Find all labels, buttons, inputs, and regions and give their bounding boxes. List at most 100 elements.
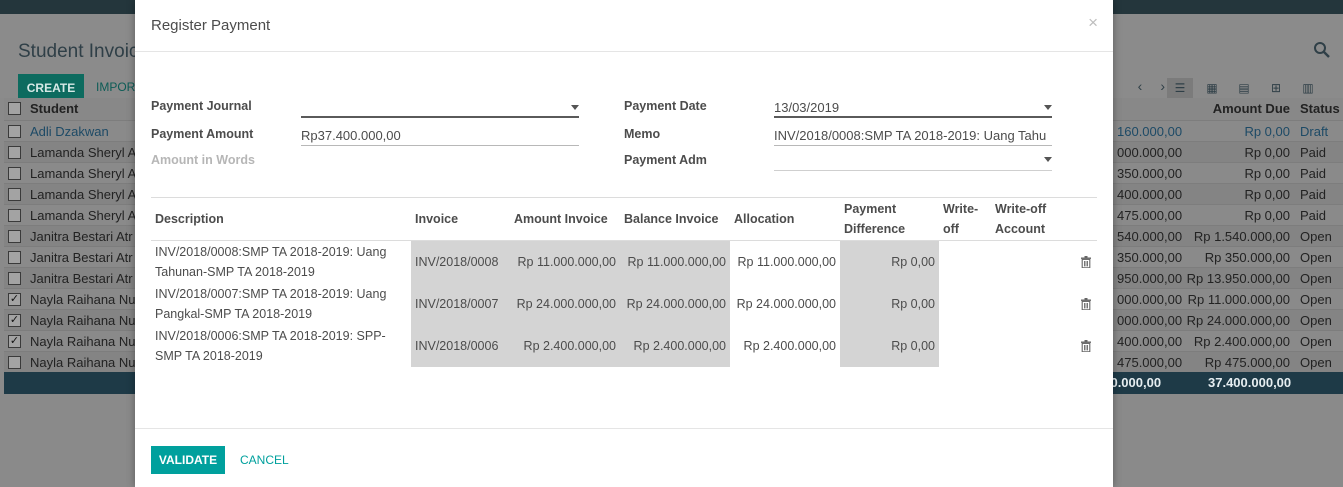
line-invoice: INV/2018/0008 [411,240,510,283]
payment-date-input[interactable] [774,98,1052,118]
status-badge: Paid [1300,145,1327,160]
trash-icon[interactable] [1081,298,1091,311]
row-checkbox[interactable] [8,188,21,201]
modal-title: Register Payment [151,17,271,34]
close-icon[interactable]: × [1088,13,1098,33]
column-actions [1071,197,1097,241]
row-checkbox[interactable] [8,272,21,285]
line-description: INV/2018/0008:SMP TA 2018-2019: Uang Tah… [155,244,387,279]
column-student: Student [30,101,79,116]
payment-adm-label: Payment Adm [624,153,707,167]
column-allocation[interactable]: Allocation [730,197,840,241]
amount-due: Rp 0,00 [1244,166,1290,181]
status-badge: Open [1300,292,1332,307]
table-row[interactable]: INV/2018/0007:SMP TA 2018-2019: Uang Pan… [151,282,1097,325]
row-checkbox[interactable] [8,356,21,369]
create-button[interactable]: CREATE [18,74,84,101]
kanban-view-icon[interactable]: ▦ [1199,78,1225,98]
delete-line-cell [1071,283,1097,325]
status-badge: Open [1300,250,1332,265]
line-balance-invoice: Rp 24.000.000,00 [620,282,730,325]
line-write-off-account[interactable] [991,325,1071,367]
row-checkbox[interactable]: ✓ [8,335,21,348]
amount-total: 000.000,00 [1117,292,1182,307]
pivot-view-icon[interactable]: ⊞ [1263,78,1289,98]
pager-prev-icon[interactable]: ‹ [1138,78,1143,94]
graph-view-icon[interactable]: ▥ [1295,78,1321,98]
memo-label: Memo [624,127,661,141]
line-amount-invoice: Rp 11.000.000,00 [510,240,620,283]
memo-input[interactable] [774,126,1052,146]
table-row[interactable]: INV/2018/0006:SMP TA 2018-2019: SPP-SMP … [151,324,1097,367]
status-badge: Open [1300,271,1332,286]
row-checkbox[interactable]: ✓ [8,314,21,327]
register-payment-dialog: Register Payment × Payment Journal Payme… [135,0,1113,487]
modal-header: Register Payment × [135,0,1113,52]
table-row[interactable]: INV/2018/0008:SMP TA 2018-2019: Uang Tah… [151,240,1097,283]
row-checkbox[interactable] [8,251,21,264]
trash-icon[interactable] [1081,256,1091,269]
line-write-off[interactable] [939,283,991,325]
amount-total: 950.000,00 [1117,271,1182,286]
line-write-off[interactable] [939,325,991,367]
delete-line-cell [1071,325,1097,367]
status-badge: Open [1300,334,1332,349]
row-checkbox[interactable] [8,209,21,222]
column-write-off[interactable]: Write-off [939,197,991,241]
line-allocation[interactable]: Rp 2.400.000,00 [730,325,840,367]
row-checkbox[interactable]: ✓ [8,293,21,306]
amount-total: 400.000,00 [1117,334,1182,349]
trash-icon[interactable] [1081,340,1091,353]
amount-due: Rp 2.400.000,00 [1193,334,1290,349]
list-view-icon[interactable]: ☰ [1167,78,1193,98]
column-balance-invoice[interactable]: Balance Invoice [620,197,730,241]
pager: ‹ › [1138,78,1165,94]
line-write-off[interactable] [939,241,991,283]
page-title: Student Invoic [18,41,139,62]
student-name: Lamanda Sheryl A [30,208,135,223]
payment-adm-select[interactable] [774,151,1052,171]
amount-total: 400.000,00 [1117,187,1182,202]
line-payment-difference: Rp 0,00 [840,240,939,283]
chevron-down-icon[interactable] [571,105,579,110]
line-payment-difference: Rp 0,00 [840,282,939,325]
student-name: Janitra Bestari Atr [30,271,133,286]
amount-due: Rp 11.000.000,00 [1187,292,1290,307]
delete-line-cell [1071,241,1097,283]
column-description[interactable]: Description [151,197,411,241]
status-badge: Paid [1300,208,1327,223]
line-write-off-account[interactable] [991,241,1071,283]
amount-due: Rp 475.000,00 [1204,355,1290,370]
column-status: Status [1300,101,1340,116]
line-write-off-account[interactable] [991,283,1071,325]
student-name: Nayla Raihana Nu [30,313,135,328]
column-write-off-account[interactable]: Write-off Account [991,197,1071,241]
column-amount-invoice[interactable]: Amount Invoice [510,197,620,241]
column-payment-difference[interactable]: Payment Difference [840,197,939,241]
student-name: Nayla Raihana Nu [30,292,135,307]
column-amount-due: Amount Due [1212,101,1290,116]
select-all-checkbox[interactable] [8,102,21,115]
validate-button[interactable]: VALIDATE [151,446,225,474]
chevron-down-icon[interactable] [1044,105,1052,110]
calendar-view-icon[interactable]: ▤ [1231,78,1257,98]
student-name: Nayla Raihana Nu [30,334,135,349]
line-invoice: INV/2018/0007 [411,282,510,325]
line-allocation[interactable]: Rp 11.000.000,00 [730,241,840,283]
row-checkbox[interactable] [8,167,21,180]
payment-journal-select[interactable] [301,98,579,118]
pager-next-icon[interactable]: › [1160,78,1165,94]
cancel-button[interactable]: CANCEL [240,453,289,467]
row-checkbox[interactable] [8,146,21,159]
row-checkbox[interactable] [8,230,21,243]
column-invoice[interactable]: Invoice [411,197,510,241]
payment-journal-label: Payment Journal [151,99,252,113]
row-checkbox[interactable] [8,125,21,138]
payment-amount-input[interactable] [301,126,579,146]
line-amount-invoice: Rp 2.400.000,00 [510,324,620,367]
student-name: Lamanda Sheryl A [30,166,135,181]
chevron-down-icon[interactable] [1044,157,1052,162]
amount-total: 475.000,00 [1117,208,1182,223]
search-icon[interactable] [1313,41,1331,59]
line-allocation[interactable]: Rp 24.000.000,00 [730,283,840,325]
